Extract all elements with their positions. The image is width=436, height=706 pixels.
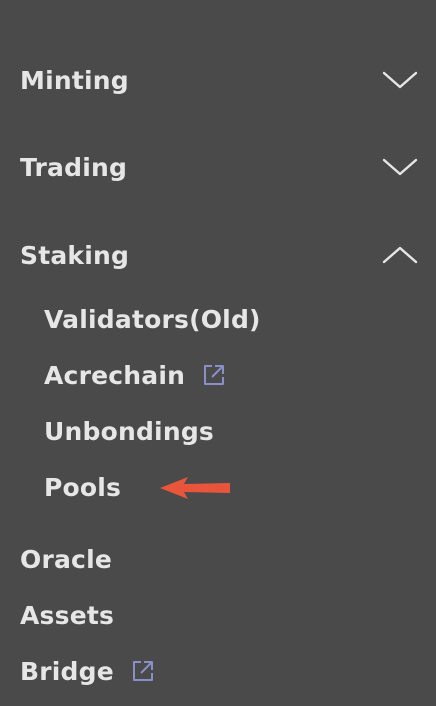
submenu-item-validators-old[interactable]: Validators(Old) [0,299,436,339]
menu-item-bridge[interactable]: Bridge [0,651,436,691]
menu-item-bridge-label: Bridge [20,656,114,686]
chevron-down-icon [382,158,418,176]
menu-item-assets[interactable]: Assets [0,595,436,635]
menu-item-assets-label: Assets [20,600,115,630]
menu-section-minting-label: Minting [20,65,129,95]
menu-item-oracle[interactable]: Oracle [0,539,436,579]
menu-section-staking-label: Staking [20,240,130,270]
submenu-item-unbondings[interactable]: Unbondings [0,411,436,451]
submenu-item-pools-label: Pools [44,472,122,502]
chevron-down-icon [382,71,418,89]
external-link-icon [132,661,153,681]
submenu-item-acrechain[interactable]: Acrechain [0,355,436,395]
submenu-item-unbondings-label: Unbondings [44,416,215,446]
menu-section-trading[interactable]: Trading [0,147,436,187]
menu-item-oracle-label: Oracle [20,544,112,574]
submenu-item-acrechain-label: Acrechain [44,360,186,390]
arrow-annotation-icon [160,477,230,499]
menu-section-staking[interactable]: Staking [0,235,436,275]
sidebar-menu: Minting Trading Staking Validators(Old) … [0,0,436,706]
external-link-icon [204,365,225,385]
menu-section-trading-label: Trading [20,152,128,182]
chevron-up-icon [382,246,418,264]
menu-section-minting[interactable]: Minting [0,60,436,100]
submenu-item-validators-old-label: Validators(Old) [44,304,261,334]
